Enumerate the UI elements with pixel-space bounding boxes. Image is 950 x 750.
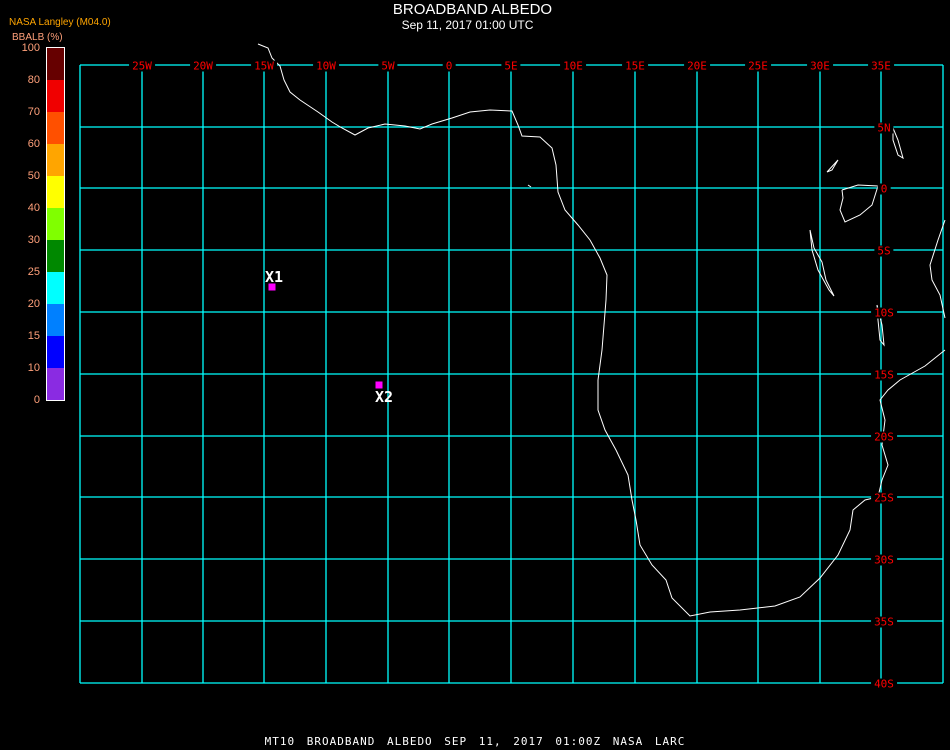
marker-label-x2: X2 bbox=[375, 388, 394, 406]
footer-caption: MT10 BROADBAND ALBEDO SEP 11, 2017 01:00… bbox=[264, 735, 686, 748]
longitude-label: 10E bbox=[560, 60, 586, 72]
coastline bbox=[527, 184, 532, 188]
coastline bbox=[826, 159, 839, 173]
coastline bbox=[809, 229, 835, 297]
longitude-label: 15E bbox=[622, 60, 648, 72]
longitude-label: 10W bbox=[313, 60, 339, 72]
latitude-label: 35S bbox=[871, 616, 897, 628]
latitude-label: 20S bbox=[871, 431, 897, 443]
map-canvas bbox=[79, 43, 946, 684]
latitude-label: 5S bbox=[874, 245, 894, 257]
coastline bbox=[257, 43, 946, 617]
longitude-label: 25W bbox=[129, 60, 155, 72]
longitude-label: 20W bbox=[190, 60, 216, 72]
longitude-label: 15W bbox=[251, 60, 277, 72]
latitude-label: 40S bbox=[871, 678, 897, 690]
longitude-label: 30E bbox=[807, 60, 833, 72]
longitude-label: 0 bbox=[442, 60, 456, 72]
latitude-label: 0 bbox=[877, 183, 891, 195]
longitude-label: 35E bbox=[868, 60, 894, 72]
coastline bbox=[839, 184, 879, 223]
marker-label-x1: X1 bbox=[265, 268, 284, 286]
latitude-label: 25S bbox=[871, 492, 897, 504]
longitude-label: 5W bbox=[378, 60, 398, 72]
latitude-label: 15S bbox=[871, 369, 897, 381]
longitude-label: 20E bbox=[684, 60, 710, 72]
longitude-label: 5E bbox=[501, 60, 521, 72]
latitude-label: 30S bbox=[871, 554, 897, 566]
latitude-label: 10S bbox=[871, 307, 897, 319]
latitude-label: 5N bbox=[874, 122, 894, 134]
coastline bbox=[892, 127, 904, 160]
longitude-label: 25E bbox=[745, 60, 771, 72]
